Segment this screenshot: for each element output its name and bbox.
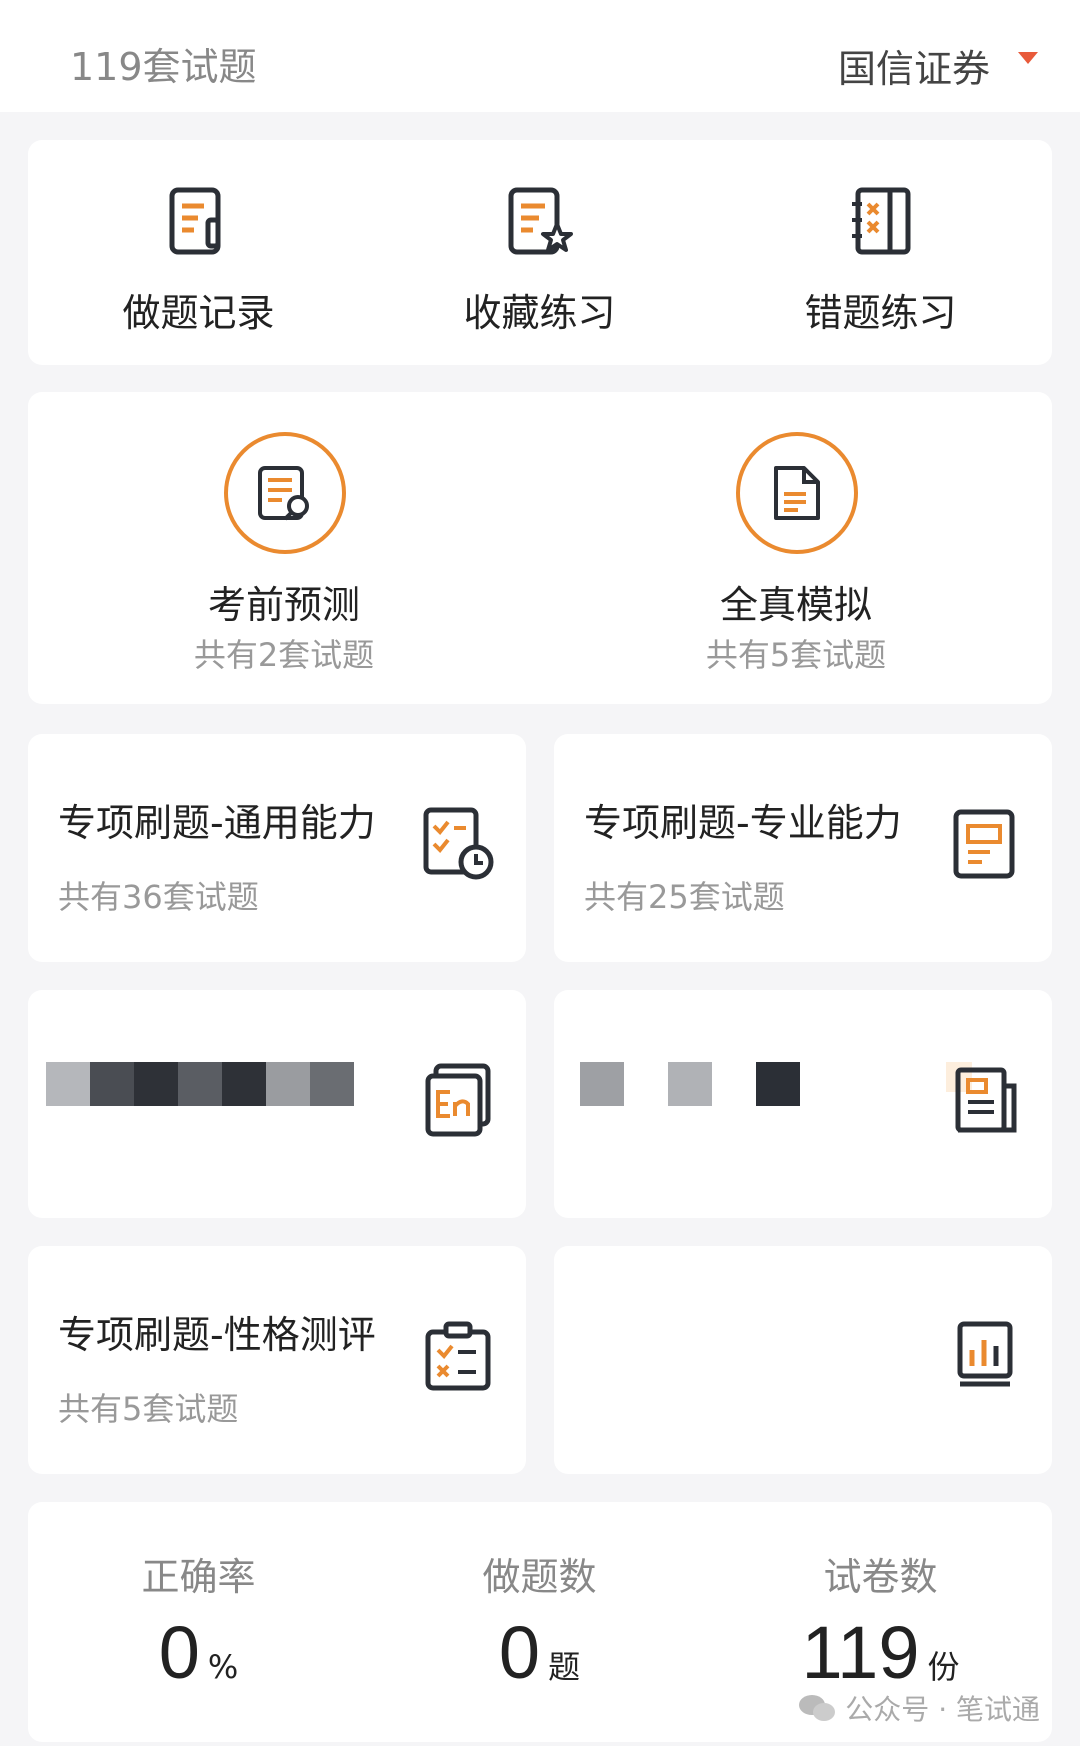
category-card-general-ability[interactable]: 专项刷题-通用能力 共有36套试题 xyxy=(28,734,526,962)
record-icon xyxy=(164,184,234,260)
category-count: 共有5套试题 xyxy=(58,1390,239,1428)
category-title: 专项刷题-通用能力 xyxy=(58,801,376,845)
pre-exam-forecast-count: 共有2套试题 xyxy=(193,636,375,674)
english-icon xyxy=(420,1062,496,1138)
accuracy-stat: 正确率 0% xyxy=(28,1502,369,1742)
favorite-icon xyxy=(505,184,575,260)
practice-record-label: 做题记录 xyxy=(122,291,275,335)
watermark-text: 公众号 · 笔试通 xyxy=(845,1693,1040,1726)
accuracy-label: 正确率 xyxy=(141,1555,256,1599)
wrong-answers-label: 错题练习 xyxy=(804,291,957,335)
category-title: 专项刷题-专业能力 xyxy=(584,801,902,845)
redacted-title xyxy=(46,1062,354,1106)
category-card-data-analysis[interactable] xyxy=(554,1246,1052,1474)
category-card-professional-ability[interactable]: 专项刷题-专业能力 共有25套试题 xyxy=(554,734,1052,962)
full-simulation-count: 共有5套试题 xyxy=(705,636,887,674)
wrong-icon xyxy=(846,184,916,260)
accuracy-unit: % xyxy=(207,1648,239,1686)
watermark: 公众号 · 笔试通 xyxy=(797,1688,1040,1728)
search-doc-icon xyxy=(224,432,346,554)
quick-actions-panel: 做题记录 收藏练习 错题练习 xyxy=(28,140,1052,365)
notebook-icon xyxy=(946,806,1022,882)
category-title: 专项刷题-性格测评 xyxy=(58,1313,376,1357)
favorites-practice-label: 收藏练习 xyxy=(463,291,616,335)
questions-done-unit: 题 xyxy=(548,1648,581,1686)
dropdown-caret-icon[interactable] xyxy=(1018,52,1038,64)
pre-exam-forecast-title: 考前预测 xyxy=(207,583,360,627)
wrong-answers-button[interactable]: 错题练习 xyxy=(710,140,1051,365)
questions-done-label: 做题数 xyxy=(482,1555,597,1599)
checklist-clock-icon xyxy=(420,806,496,882)
category-card-english[interactable] xyxy=(28,990,526,1218)
full-simulation-title: 全真模拟 xyxy=(719,583,872,627)
accuracy-value: 0 xyxy=(158,1611,200,1694)
category-count: 共有25套试题 xyxy=(584,878,785,916)
practice-record-button[interactable]: 做题记录 xyxy=(28,140,369,365)
full-simulation-card[interactable]: 全真模拟 共有5套试题 xyxy=(540,392,1052,704)
newspaper-icon xyxy=(946,1062,1022,1138)
questions-done-value: 0 xyxy=(498,1611,541,1694)
redacted-title xyxy=(580,1062,800,1106)
pre-exam-forecast-card[interactable]: 考前预测 共有2套试题 xyxy=(28,392,540,704)
questions-done-stat: 做题数 0题 xyxy=(369,1502,710,1742)
clipboard-icon xyxy=(420,1318,496,1394)
favorites-practice-button[interactable]: 收藏练习 xyxy=(369,140,710,365)
wechat-icon xyxy=(797,1692,837,1724)
total-count-label: 119套试题 xyxy=(70,45,257,89)
document-icon xyxy=(736,432,858,554)
papers-count-value: 119 xyxy=(801,1611,920,1694)
papers-count-label: 试卷数 xyxy=(823,1555,938,1599)
company-selector[interactable]: 国信证券 xyxy=(838,38,990,93)
category-card-reading[interactable] xyxy=(554,990,1052,1218)
bar-chart-icon xyxy=(946,1318,1022,1394)
papers-count-unit: 份 xyxy=(927,1648,960,1686)
category-count: 共有36套试题 xyxy=(58,878,259,916)
top-bar: 119套试题 国信证券 xyxy=(0,0,1080,112)
featured-panel: 考前预测 共有2套试题 全真模拟 共有5套试题 xyxy=(28,392,1052,704)
category-card-personality[interactable]: 专项刷题-性格测评 共有5套试题 xyxy=(28,1246,526,1474)
